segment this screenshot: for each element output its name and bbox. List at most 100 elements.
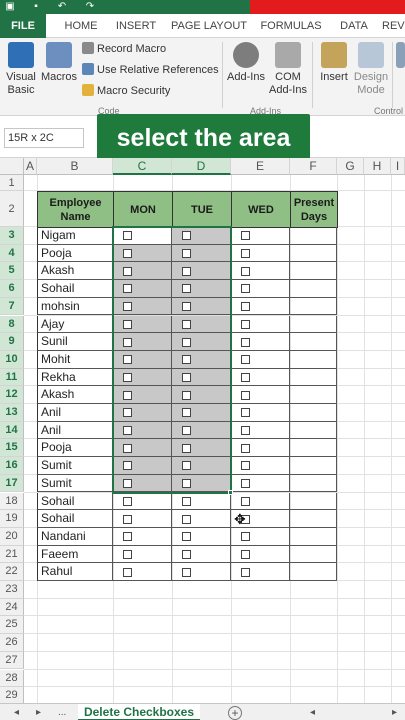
table-cell[interactable] (172, 280, 231, 298)
relative-references-button[interactable]: Use Relative References (82, 63, 219, 77)
row-header-10[interactable]: 10 (0, 350, 24, 369)
checkbox[interactable] (182, 567, 191, 577)
row-header-7[interactable]: 7 (0, 297, 24, 316)
row-header-13[interactable]: 13 (0, 404, 24, 422)
table-cell[interactable] (113, 280, 172, 298)
row-header-9[interactable]: 9 (0, 333, 24, 351)
table-cell[interactable] (231, 350, 290, 369)
table-cell[interactable] (172, 333, 231, 351)
checkbox[interactable] (123, 372, 132, 382)
sheet-prev-icon[interactable]: ◂ (14, 705, 19, 720)
tab-home[interactable]: HOME (58, 14, 104, 38)
table-cell[interactable] (231, 439, 290, 458)
table-cell[interactable] (231, 527, 290, 546)
employee-name-cell[interactable]: mohsin (37, 297, 113, 316)
employee-name-cell[interactable]: Pooja (37, 244, 113, 263)
table-cell[interactable] (172, 227, 231, 245)
table-cell[interactable] (290, 350, 337, 369)
employee-name-cell[interactable]: Nigam (37, 227, 113, 245)
row-header-20[interactable]: 20 (0, 527, 24, 546)
checkbox[interactable] (182, 408, 191, 418)
column-header-g[interactable]: G (337, 158, 364, 175)
table-cell[interactable] (231, 244, 290, 263)
table-cell[interactable] (113, 421, 172, 440)
tab-formulas[interactable]: FORMULAS (256, 14, 326, 38)
table-cell[interactable] (172, 563, 231, 581)
checkbox[interactable] (241, 443, 250, 453)
employee-name-cell[interactable]: Sohail (37, 492, 113, 511)
row-header-26[interactable]: 26 (0, 634, 24, 652)
column-header-d[interactable]: D (172, 158, 231, 175)
table-cell[interactable] (231, 315, 290, 334)
table-cell[interactable] (113, 368, 172, 387)
checkbox[interactable] (241, 390, 250, 400)
row-header-3[interactable]: 3 (0, 227, 24, 245)
table-cell[interactable] (290, 457, 337, 475)
table-cell[interactable] (290, 368, 337, 387)
checkbox[interactable] (182, 426, 191, 436)
scroll-left-icon[interactable]: ◂ (310, 705, 315, 720)
employee-name-cell[interactable]: Sumit (37, 474, 113, 493)
column-header-h[interactable]: H (364, 158, 391, 175)
table-cell[interactable] (172, 545, 231, 564)
row-header-27[interactable]: 27 (0, 651, 24, 670)
table-cell[interactable] (172, 368, 231, 387)
table-cell[interactable] (231, 563, 290, 581)
employee-name-cell[interactable]: Anil (37, 421, 113, 440)
table-cell[interactable] (290, 386, 337, 404)
table-cell[interactable] (231, 262, 290, 281)
checkbox[interactable] (182, 532, 191, 542)
row-header-4[interactable]: 4 (0, 244, 24, 263)
employee-name-cell[interactable]: Rekha (37, 368, 113, 387)
table-cell[interactable] (231, 474, 290, 493)
checkbox[interactable] (182, 284, 191, 294)
employee-name-cell[interactable]: Ajay (37, 315, 113, 334)
table-cell[interactable] (172, 474, 231, 493)
employee-name-cell[interactable]: Anil (37, 404, 113, 422)
employee-name-cell[interactable]: Mohit (37, 350, 113, 369)
checkbox[interactable] (241, 337, 250, 347)
table-cell[interactable] (113, 527, 172, 546)
table-cell[interactable] (172, 386, 231, 404)
table-cell[interactable] (113, 386, 172, 404)
checkbox[interactable] (182, 266, 191, 276)
checkbox[interactable] (182, 549, 191, 559)
table-cell[interactable] (113, 315, 172, 334)
row-header-15[interactable]: 15 (0, 439, 24, 458)
checkbox[interactable] (123, 461, 132, 471)
table-cell[interactable] (231, 404, 290, 422)
sheet-more-dots[interactable]: ... (58, 705, 66, 720)
checkbox[interactable] (123, 266, 132, 276)
checkbox[interactable] (123, 532, 132, 542)
column-header-f[interactable]: F (290, 158, 337, 175)
row-header-11[interactable]: 11 (0, 368, 24, 387)
table-cell[interactable] (172, 244, 231, 263)
checkbox[interactable] (241, 496, 250, 506)
checkbox[interactable] (182, 479, 191, 489)
checkbox[interactable] (182, 372, 191, 382)
checkbox[interactable] (182, 390, 191, 400)
checkbox[interactable] (182, 496, 191, 506)
table-cell[interactable] (113, 510, 172, 528)
table-cell[interactable] (113, 297, 172, 316)
table-cell[interactable] (172, 457, 231, 475)
row-header-19[interactable]: 19 (0, 510, 24, 528)
row-header-17[interactable]: 17 (0, 474, 24, 493)
record-macro-button[interactable]: Record Macro (82, 42, 166, 56)
tab-insert[interactable]: INSERT (110, 14, 162, 38)
tab-page-layout[interactable]: PAGE LAYOUT (168, 14, 250, 38)
tab-file[interactable]: FILE (0, 14, 46, 38)
table-cell[interactable] (290, 527, 337, 546)
table-cell[interactable] (290, 262, 337, 281)
row-header-8[interactable]: 8 (0, 315, 24, 334)
table-cell[interactable] (172, 297, 231, 316)
insert-controls-button[interactable]: Insert (316, 42, 352, 84)
checkbox[interactable] (241, 249, 250, 259)
checkbox[interactable] (241, 549, 250, 559)
save-icon[interactable]: ▪ (30, 1, 42, 13)
fill-handle[interactable] (228, 489, 233, 495)
checkbox[interactable] (123, 426, 132, 436)
table-cell[interactable] (290, 545, 337, 564)
table-cell[interactable] (231, 457, 290, 475)
scroll-right-icon[interactable]: ▸ (392, 705, 397, 720)
